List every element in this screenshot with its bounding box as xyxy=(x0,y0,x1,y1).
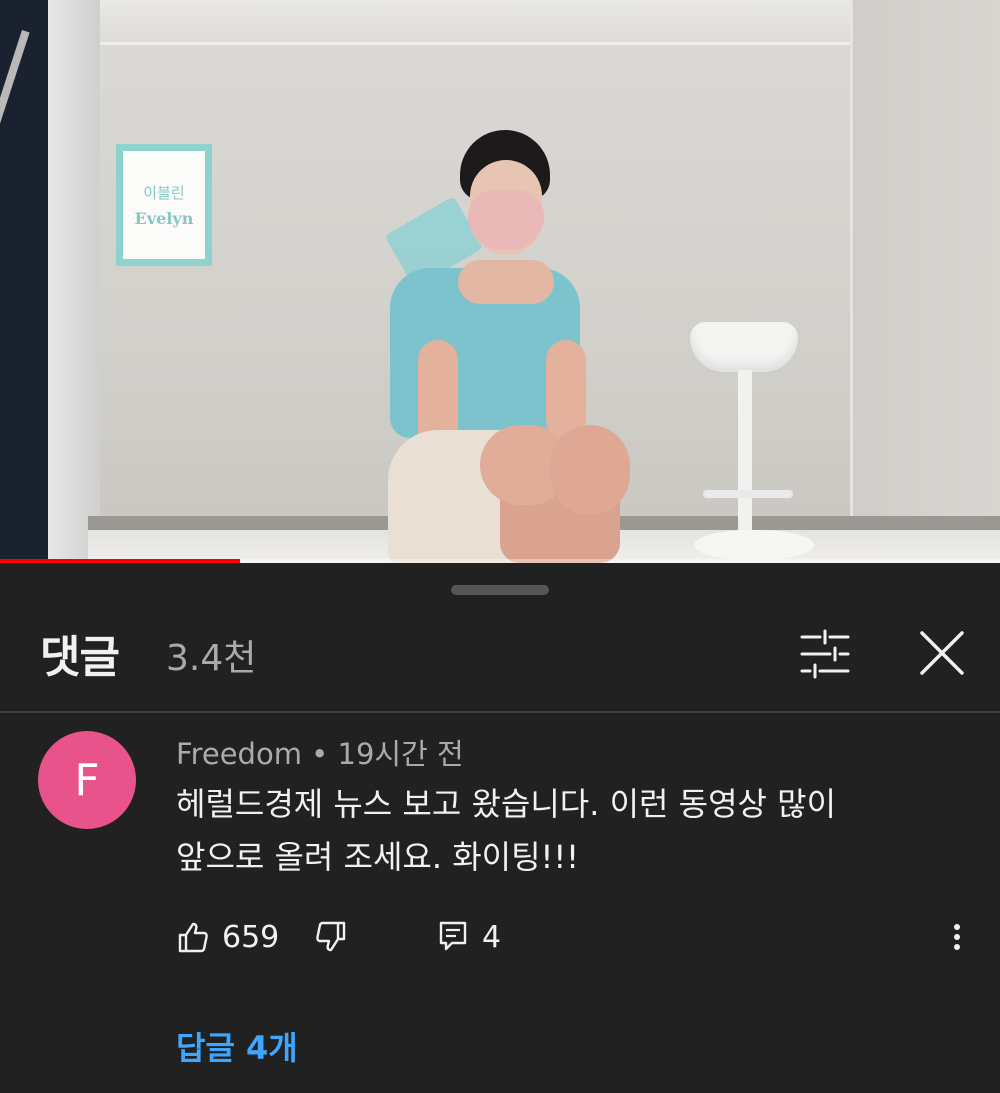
comments-count: 3.4천 xyxy=(166,638,257,679)
person-hands xyxy=(458,260,554,304)
channel-logo-sign-inner: 이블린 Evelyn xyxy=(123,151,205,259)
stool-footrest xyxy=(703,490,793,498)
video-door-frame xyxy=(48,0,100,563)
person-mask xyxy=(468,190,544,250)
youtube-comments-screen: 이블린 Evelyn 댓글 3.4천 F Freedom • 19시간 전 헤럴… xyxy=(0,0,1000,1093)
stool-post xyxy=(738,370,752,538)
reply-button[interactable]: 4 xyxy=(438,913,501,961)
comment-text-line-1: 헤럴드경제 뉴스 보고 왔습니다. 이런 동영상 많이 xyxy=(176,785,837,823)
comments-sheet: 댓글 3.4천 F Freedom • 19시간 전 헤럴드경제 뉴스 보고 왔… xyxy=(0,563,1000,1093)
avatar-letter: F xyxy=(74,754,100,806)
thumbs-up-icon xyxy=(178,922,208,953)
more-options-dot xyxy=(954,944,960,950)
more-options-button[interactable] xyxy=(942,913,972,961)
comment-text-line-2: 앞으로 올려 조세요. 화이팅!!! xyxy=(176,838,580,876)
comments-title: 댓글 xyxy=(40,632,120,683)
stool-base xyxy=(694,530,814,560)
sign-english-text: Evelyn xyxy=(134,209,194,228)
like-count: 659 xyxy=(222,919,280,955)
header-divider xyxy=(0,711,1000,713)
thumbs-down-icon xyxy=(316,921,346,952)
close-button[interactable] xyxy=(910,623,972,685)
meta-separator: • xyxy=(301,737,338,771)
comment-meta: Freedom • 19시간 전 xyxy=(176,731,464,773)
stool-seat xyxy=(690,322,798,372)
reply-count: 4 xyxy=(482,919,502,955)
sheet-drag-handle[interactable] xyxy=(451,585,549,595)
comment-author[interactable]: Freedom xyxy=(176,737,302,771)
more-options-dot xyxy=(954,924,960,930)
like-button[interactable]: 659 xyxy=(176,913,279,961)
dislike-button[interactable] xyxy=(314,913,354,961)
filter-button[interactable] xyxy=(794,623,856,685)
comment-icon xyxy=(439,921,467,951)
video-player[interactable]: 이블린 Evelyn xyxy=(0,0,1000,563)
avatar[interactable]: F xyxy=(38,731,136,829)
video-right-wall xyxy=(850,0,1000,563)
channel-logo-sign: 이블린 Evelyn xyxy=(116,144,212,266)
sliders-icon xyxy=(800,629,850,679)
person-knee-right xyxy=(550,425,630,515)
video-person xyxy=(380,130,640,563)
comment-time: 19시간 전 xyxy=(337,737,464,771)
close-icon xyxy=(920,631,964,675)
sign-korean-text: 이블린 xyxy=(143,184,185,202)
more-options-dot xyxy=(954,934,960,940)
person-arm-right xyxy=(546,340,586,440)
video-ceiling xyxy=(100,0,870,45)
comment-actions: 659 4 xyxy=(176,913,976,963)
view-replies-link[interactable]: 답글 4개 xyxy=(176,1023,298,1069)
comment-text: 헤럴드경제 뉴스 보고 왔습니다. 이런 동영상 많이 앞으로 올려 조세요. … xyxy=(176,778,956,884)
